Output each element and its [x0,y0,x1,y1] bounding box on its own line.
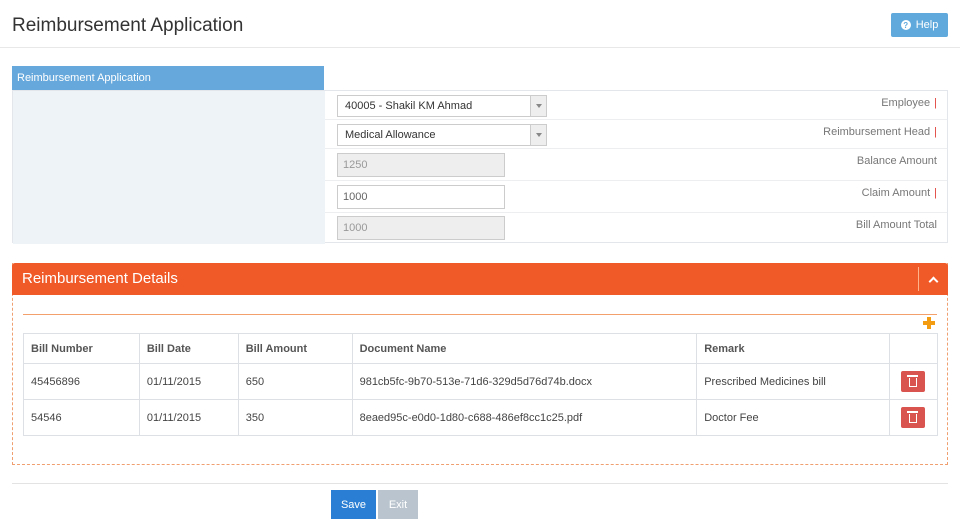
bill-date-cell: 01/11/2015 [138,363,239,400]
claim-amount-row: Claim Amount | 1000 [13,181,947,213]
remark-cell: Doctor Fee [696,399,890,436]
add-plus-icon[interactable] [923,317,935,329]
bill-amount-total-field[interactable]: 1000 [337,216,505,240]
document-name-cell[interactable]: 981cb5fc-9b70-513e-71d6-329d5d76d74b.doc… [351,363,698,400]
col-remark: Remark [696,333,890,364]
dropdown-arrow-icon [530,96,546,116]
col-actions [888,333,939,364]
claim-amount-input[interactable]: 1000 [337,185,505,209]
bill-amount-total-row: Bill Amount Total 1000 [13,213,947,244]
table-header-row: Bill Number Bill Date Bill Amount Docume… [23,333,939,364]
required-marker: | [934,126,937,138]
col-bill-date: Bill Date [138,333,239,364]
col-bill-amount: Bill Amount [237,333,353,364]
dropdown-arrow-icon [530,125,546,145]
question-circle-icon: ? [900,20,911,30]
bills-table: Bill Number Bill Date Bill Amount Docume… [23,333,939,436]
balance-amount-field[interactable]: 1250 [337,153,505,177]
reimbursement-head-select[interactable]: Medical Allowance [337,124,547,146]
bill-number-cell: 54546 [23,399,140,436]
form-section-tab: Reimbursement Application [12,66,324,90]
bill-date-cell: 01/11/2015 [138,399,239,436]
required-marker: | [934,97,937,109]
trash-icon [907,411,919,423]
col-bill-number: Bill Number [23,333,140,364]
panel-title: Reimbursement Details [22,270,178,287]
page-title: Reimbursement Application [12,15,244,36]
balance-amount-label: Balance Amount [856,155,937,167]
trash-icon [907,375,919,387]
bill-amount-cell: 350 [237,399,353,436]
reimbursement-head-label: Reimbursement Head | [823,126,937,138]
employee-label: Employee | [881,97,937,109]
save-button[interactable]: Save [331,490,376,519]
table-row: 45456896 01/11/2015 650 981cb5fc-9b70-51… [23,363,939,400]
remark-cell: Prescribed Medicines bill [696,363,890,400]
reimbursement-head-row: Reimbursement Head | Medical Allowance [13,120,947,149]
panel-header: Reimbursement Details [12,263,948,295]
panel-divider [23,314,937,315]
delete-row-button[interactable] [901,407,926,428]
table-row: 54546 01/11/2015 350 8eaed95c-e0d0-1d80-… [23,399,939,436]
application-form: Employee | 40005 - Shakil KM Ahmad Reimbu… [12,90,948,244]
bill-amount-cell: 650 [237,363,353,400]
exit-button[interactable]: Exit [378,490,418,519]
delete-row-button[interactable] [901,371,926,392]
document-name-cell[interactable]: 8eaed95c-e0d0-1d80-c688-486ef8cc1c25.pdf [351,399,698,436]
collapse-button[interactable] [918,267,948,291]
employee-row: Employee | 40005 - Shakil KM Ahmad [13,91,947,120]
employee-select[interactable]: 40005 - Shakil KM Ahmad [337,95,547,117]
col-document-name: Document Name [351,333,698,364]
help-label: Help [915,19,939,31]
header-divider [0,47,960,48]
chevron-up-icon [928,276,939,286]
employee-select-value: 40005 - Shakil KM Ahmad [345,100,473,112]
claim-amount-label: Claim Amount | [861,187,937,199]
reimbursement-details-panel: Reimbursement Details Bill Number Bill D… [12,263,948,465]
help-button[interactable]: ? Help [891,13,948,37]
reimbursement-head-value: Medical Allowance [345,129,436,141]
bill-number-cell: 45456896 [23,363,140,400]
footer-divider [12,483,948,484]
required-marker: | [934,187,937,199]
bill-amount-total-label: Bill Amount Total [855,219,937,231]
balance-amount-row: Balance Amount 1250 [13,149,947,181]
